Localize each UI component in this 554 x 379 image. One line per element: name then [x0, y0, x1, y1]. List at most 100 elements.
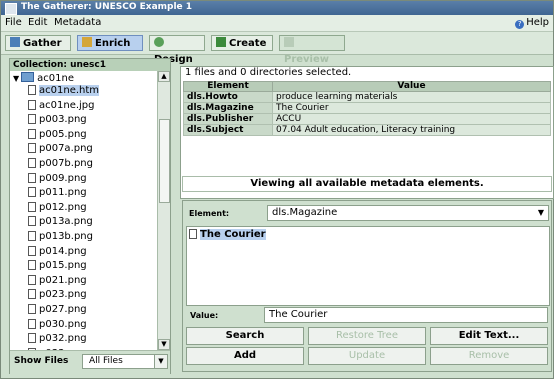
tab-design[interactable]: Design	[149, 35, 205, 65]
collection-pane: Collection: unesc1 ▼ ac01ne ac01ne.htm ac0…	[9, 58, 171, 374]
row-element: dls.Publisher	[183, 113, 273, 125]
table-row[interactable]: dls.Howto produce learning materials	[183, 91, 551, 103]
menu-help[interactable]: ? Help	[515, 17, 549, 29]
tree-file-label: p027.png	[39, 304, 87, 315]
show-files-select[interactable]: All Files ▼	[82, 354, 168, 369]
scroll-down-icon[interactable]: ▼	[158, 339, 170, 350]
tab-preview-label: Preview	[284, 54, 330, 65]
remove-button[interactable]: Remove	[430, 347, 548, 365]
tab-preview[interactable]: Preview	[279, 35, 345, 65]
table-row[interactable]: dls.Subject 07.04 Adult education, Litera…	[183, 124, 551, 136]
menu-metadata[interactable]: Metadata	[54, 17, 101, 28]
tree-file-item[interactable]: p003.png	[28, 114, 87, 126]
scroll-thumb[interactable]	[159, 119, 170, 203]
row-value: The Courier	[272, 102, 551, 114]
tree-file-item[interactable]: p007a.png	[28, 143, 93, 155]
tree-file-item[interactable]: ac01ne.htm	[28, 85, 100, 97]
tree-file-item[interactable]: p021.png	[28, 274, 87, 287]
title-bar: The Gatherer: UNESCO Example 1	[1, 1, 553, 15]
value-row: Value: The Courier	[186, 307, 548, 323]
tab-create[interactable]: Create	[211, 35, 273, 51]
document-icon	[28, 143, 36, 154]
tree-file-item[interactable]: p013b.png	[28, 231, 93, 243]
show-files-value: All Files	[89, 356, 123, 366]
document-icon	[28, 158, 36, 168]
tree-file-item[interactable]: p030.png	[28, 318, 87, 331]
menu-edit[interactable]: Edit	[28, 17, 47, 28]
search-button[interactable]: Search	[186, 327, 304, 345]
value-input[interactable]: The Courier	[264, 307, 548, 323]
update-button[interactable]: Update	[308, 347, 426, 365]
tree-root[interactable]: ▼ ac01ne	[13, 72, 74, 84]
document-icon	[28, 201, 36, 212]
tree-file-label: p021.png	[39, 274, 87, 286]
document-icon	[28, 289, 36, 300]
tree-file-item[interactable]: p023.png	[28, 289, 87, 301]
help-icon: ?	[515, 20, 525, 29]
tree-root-label: ac01ne	[37, 73, 74, 84]
menu-help-label: Help	[526, 17, 549, 28]
document-icon	[28, 99, 36, 110]
element-label: Element:	[189, 209, 230, 218]
tree-file-label: p003.png	[39, 114, 87, 126]
value-tree-item[interactable]: The Courier	[189, 229, 266, 240]
document-icon	[28, 172, 36, 183]
tree-file-item[interactable]: p009.png	[28, 172, 87, 185]
row-value: ACCU	[272, 113, 551, 125]
scroll-up-icon[interactable]: ▲	[158, 71, 170, 82]
row-element: dls.Howto	[183, 91, 273, 103]
tree-file-item[interactable]: ac01ne.jpg	[28, 99, 95, 112]
tree-file-item[interactable]: p013a.png	[28, 216, 93, 228]
preview-icon	[284, 37, 294, 47]
gatherer-window: The Gatherer: UNESCO Example 1 File Edit…	[0, 0, 554, 379]
document-icon	[28, 274, 36, 285]
app-icon	[5, 3, 17, 15]
tree-file-item[interactable]: p011.png	[28, 187, 87, 199]
folder-icon	[21, 72, 35, 82]
tree-file-label: ac01ne.htm	[39, 85, 100, 96]
document-icon	[28, 333, 36, 344]
tab-enrich[interactable]: Enrich	[77, 35, 143, 51]
tree-file-item[interactable]: p012.png	[28, 201, 87, 214]
element-select-value: dls.Magazine	[272, 207, 338, 218]
design-icon	[154, 37, 164, 47]
tree-file-label: p011.png	[39, 187, 87, 199]
tree-file-label: p014.png	[39, 245, 87, 257]
gather-icon	[10, 37, 20, 47]
tree-file-label: p013b.png	[39, 231, 93, 242]
collection-tree[interactable]: ▼ ac01ne ac01ne.htm ac01ne.jpg p003.png p005…	[10, 71, 158, 350]
tree-file-item[interactable]: p032.png	[28, 333, 87, 345]
menu-file[interactable]: File	[5, 17, 22, 28]
document-icon	[28, 216, 36, 227]
tree-file-item[interactable]: p015.png	[28, 260, 87, 272]
tree-file-label: p030.png	[39, 318, 87, 330]
tree-file-item[interactable]: p027.png	[28, 304, 87, 316]
tree-file-label: p013a.png	[39, 216, 93, 228]
tab-bar: Gather Enrich Design Create Preview	[1, 32, 553, 65]
tab-create-label: Create	[229, 38, 267, 49]
restore-tree-button[interactable]: Restore Tree	[308, 327, 426, 345]
value-tree[interactable]: The Courier	[186, 226, 550, 306]
row-value: produce learning materials	[272, 91, 551, 103]
tree-scrollbar[interactable]: ▲ ▼	[157, 71, 170, 350]
tab-gather[interactable]: Gather	[5, 35, 71, 51]
tree-file-item[interactable]: p014.png	[28, 245, 87, 258]
tree-file-item[interactable]: p005.png	[28, 128, 87, 141]
collection-header: Collection: unesc1	[10, 59, 170, 71]
show-files-label: Show Files	[14, 356, 69, 366]
document-icon	[28, 231, 36, 241]
element-select[interactable]: dls.Magazine ▼	[267, 205, 549, 221]
edit-text-button[interactable]: Edit Text...	[430, 327, 548, 345]
tree-file-label: p007b.png	[39, 158, 93, 169]
table-row[interactable]: dls.Magazine The Courier	[183, 102, 551, 114]
column-value[interactable]: Value	[272, 81, 551, 92]
value-tree-item-label: The Courier	[200, 229, 266, 240]
column-element[interactable]: Element	[183, 81, 273, 92]
document-icon	[28, 114, 36, 125]
document-icon	[28, 245, 36, 256]
tree-file-label: p023.png	[39, 289, 87, 301]
tree-file-item[interactable]: p007b.png	[28, 158, 93, 170]
add-button[interactable]: Add	[186, 347, 304, 365]
chevron-down-icon: ▼	[154, 355, 167, 368]
table-row[interactable]: dls.Publisher ACCU	[183, 113, 551, 125]
